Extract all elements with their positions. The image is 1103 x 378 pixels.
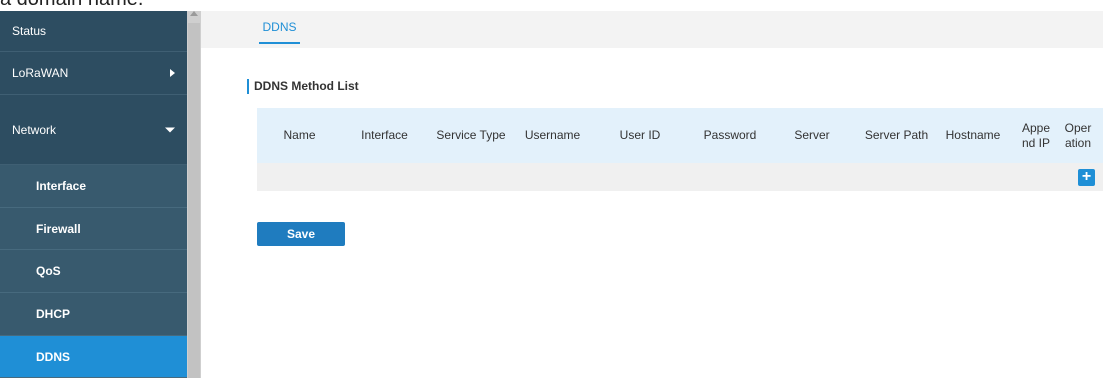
tab-label: DDNS [262,20,297,34]
sidebar-item-status[interactable]: Status [0,11,187,52]
save-button[interactable]: Save [257,222,345,246]
tab-ddns[interactable]: DDNS [257,11,302,48]
plus-icon: + [1081,168,1092,185]
sidebar-item-qos[interactable]: QoS [0,250,187,293]
chevron-right-icon [170,69,175,77]
column-header-password: Password [703,128,757,142]
sidebar-item-firewall[interactable]: Firewall [0,208,187,250]
column-header-user-id: User ID [619,128,661,142]
column-header-username: Username [524,128,581,142]
sidebar-scrollbar[interactable] [187,11,201,378]
column-header-service-type: Service Type [436,128,506,142]
table-header: Name Interface Service Type Username Use… [257,108,1103,163]
column-header-server: Server [794,128,830,142]
scroll-up-arrow-icon[interactable] [190,11,198,16]
scrollbar-thumb[interactable] [188,23,200,378]
column-header-operation: Oper ation [1064,120,1092,150]
chevron-down-icon [165,127,175,132]
sidebar-nav: Status LoRaWAN Network Interface Firewal… [0,11,187,378]
sidebar-item-label: LoRaWAN [12,66,69,80]
column-header-server-path: Server Path [864,128,929,142]
column-header-hostname: Hostname [945,128,1001,142]
add-row-button[interactable]: + [1078,169,1095,186]
tab-bar: DDNS [201,11,1103,48]
sidebar-item-label: DHCP [36,307,71,321]
sidebar-item-label: Interface [36,179,87,193]
active-tab-indicator [259,42,300,44]
section-title: DDNS Method List [247,79,359,94]
sidebar-item-lorawan[interactable]: LoRaWAN [0,52,187,95]
sidebar-item-interface[interactable]: Interface [0,165,187,208]
sidebar-item-label: QoS [36,264,61,278]
sidebar-item-label: Network [12,122,57,137]
main-content: DDNS DDNS Method List Name Interface Ser… [201,11,1103,378]
column-header-interface: Interface [361,128,408,142]
ddns-method-table: Name Interface Service Type Username Use… [257,108,1103,191]
sidebar-item-label: Firewall [36,221,81,236]
column-header-name: Name [283,128,316,142]
column-header-append-ip: Appe nd IP [1021,120,1051,150]
sidebar-item-network[interactable]: Network [0,95,187,165]
sidebar-item-ddns[interactable]: DDNS [0,336,187,378]
table-row: + [257,163,1103,191]
sidebar-item-label: DDNS [36,349,71,364]
page-text-fragment: a domain name. [0,0,143,11]
sidebar-item-dhcp[interactable]: DHCP [0,293,187,336]
sidebar-item-label: Status [12,24,47,38]
